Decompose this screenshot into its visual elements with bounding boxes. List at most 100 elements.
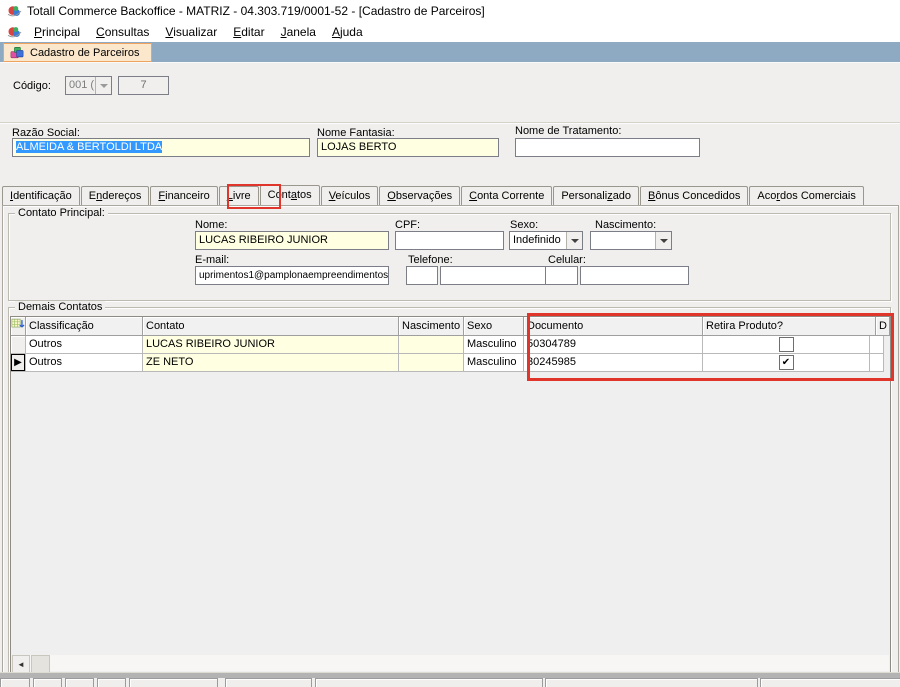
table-row: OutrosLUCAS RIBEIRO JUNIOR Masculino50304… (11, 336, 890, 354)
tab-veiculos[interactable]: Veículos (321, 186, 379, 205)
cell-retira[interactable] (703, 336, 870, 354)
tab-livre[interactable]: Livre (219, 186, 259, 205)
tab-acordos-comerciais[interactable]: Acordos Comerciais (749, 186, 863, 205)
app-icon-small (7, 25, 22, 40)
app-window: Totall Commerce Backoffice - MATRIZ - 04… (0, 0, 900, 687)
tab-bonus-concedidos[interactable]: Bônus Concedidos (640, 186, 748, 205)
tab-observacoes[interactable]: Observações (379, 186, 460, 205)
scroll-left-icon[interactable]: ◄ (12, 655, 30, 673)
app-icon (7, 4, 22, 19)
codigo-combo[interactable]: 001 (M (65, 76, 112, 95)
codigo-label: Código: (13, 80, 51, 92)
window-title: Totall Commerce Backoffice - MATRIZ - 04… (27, 4, 485, 18)
column-header-d[interactable]: D (876, 317, 890, 336)
telefone-ddd-field[interactable] (406, 266, 438, 285)
scrollbar-thumb[interactable] (31, 655, 50, 673)
cell-classificacao[interactable]: Outros (26, 354, 143, 372)
menu-principal[interactable]: Principal (26, 22, 88, 42)
menu-ajuda[interactable]: Ajuda (324, 22, 371, 42)
celular-ddd-field[interactable] (545, 266, 578, 285)
cell-nascimento[interactable] (399, 354, 464, 372)
menu-janela[interactable]: Janela (273, 22, 324, 42)
tab-identificacao[interactable]: Identificação (2, 186, 80, 205)
menu-bar: PrincipalConsultasVisualizarEditarJanela… (0, 22, 900, 42)
status-bar-cell-1 (0, 678, 30, 687)
status-bar-cell-9 (760, 678, 900, 687)
grid-customize-icon (11, 317, 25, 331)
status-bar-cell-7 (315, 678, 543, 687)
contacts-grid: ClassificaçãoContatoNascimentoSexoDocume… (10, 316, 891, 673)
nome-fantasia-field[interactable]: LOJAS BERTO (317, 138, 499, 157)
table-row: ▶OutrosZE NETO Masculino30245985 ✔ (11, 354, 890, 372)
codigo-number-field[interactable]: 7 (118, 76, 169, 95)
menu-consultas[interactable]: Consultas (88, 22, 157, 42)
column-header-sexo[interactable]: Sexo (464, 317, 524, 336)
row-indicator-cell[interactable] (11, 336, 26, 354)
demais-contatos-title: Demais Contatos (15, 301, 105, 313)
chevron-down-icon[interactable] (95, 77, 111, 94)
grid-header-row: ClassificaçãoContatoNascimentoSexoDocume… (11, 317, 890, 336)
razao-social-field[interactable]: ALMEIDA & BERTOLDI LTDA (12, 138, 310, 157)
column-header-nascimento[interactable]: Nascimento (399, 317, 464, 336)
chevron-down-icon[interactable] (655, 232, 671, 249)
nascimento-label: Nascimento: (595, 219, 656, 231)
chevron-down-icon[interactable] (566, 232, 582, 249)
cell-retira[interactable]: ✔ (703, 354, 870, 372)
cell-documento[interactable]: 30245985 (524, 354, 703, 372)
cell-sexo[interactable]: Masculino (464, 336, 524, 354)
cpf-field[interactable] (395, 231, 504, 250)
cell-contato[interactable]: ZE NETO (143, 354, 399, 372)
tab-financeiro[interactable]: Financeiro (150, 186, 217, 205)
codigo-combo-value: 001 (M (66, 77, 95, 94)
tab-contatos[interactable]: Contatos (260, 185, 320, 205)
cell-d[interactable] (870, 336, 884, 354)
nome-tratamento-label: Nome de Tratamento: (515, 125, 621, 137)
status-bar-cell-5 (129, 678, 218, 687)
nascimento-combo-value (591, 232, 655, 249)
email-field[interactable]: uprimentos1@pamplonaempreendimentos.com.… (195, 266, 389, 285)
divider (0, 122, 900, 124)
cpf-label: CPF: (395, 219, 420, 231)
status-bar-cell-4 (97, 678, 126, 687)
nome-tratamento-field[interactable] (515, 138, 700, 157)
cell-d[interactable] (870, 354, 884, 372)
tab-conta-corrente[interactable]: Conta Corrente (461, 186, 552, 205)
sexo-label: Sexo: (510, 219, 538, 231)
column-header-classificacao[interactable]: Classificação (26, 317, 143, 336)
tab-enderecos[interactable]: Endereços (81, 186, 150, 205)
status-bar-cell-6 (225, 678, 312, 687)
retira-produto-checkbox-checked[interactable]: ✔ (779, 355, 794, 370)
cell-contato[interactable]: LUCAS RIBEIRO JUNIOR (143, 336, 399, 354)
celular-numero-field[interactable] (580, 266, 689, 285)
status-bar-cell-2 (33, 678, 62, 687)
cell-documento[interactable]: 50304789 (524, 336, 703, 354)
document-tab-strip: Cadastro de Parceiros (0, 42, 900, 63)
cell-sexo[interactable]: Masculino (464, 354, 524, 372)
menu-visualizar[interactable]: Visualizar (157, 22, 225, 42)
cell-nascimento[interactable] (399, 336, 464, 354)
column-header-retira-produto[interactable]: Retira Produto? (703, 317, 876, 336)
telefone-label: Telefone: (408, 254, 453, 266)
nome-field[interactable]: LUCAS RIBEIRO JUNIOR (195, 231, 389, 250)
column-header-contato[interactable]: Contato (143, 317, 399, 336)
nascimento-combo[interactable] (590, 231, 672, 250)
contato-principal-title: Contato Principal: (15, 207, 108, 219)
email-label: E-mail: (195, 254, 229, 266)
status-bar-cell-3 (65, 678, 94, 687)
grid-customize-header-cell[interactable] (11, 317, 26, 336)
column-header-documento[interactable]: Documento (524, 317, 703, 336)
doc-tab-label: Cadastro de Parceiros (30, 47, 139, 59)
grid-horizontal-scrollbar[interactable]: ◄ (12, 655, 889, 671)
doc-tab-cadastro-de-parceiros[interactable]: Cadastro de Parceiros (3, 43, 152, 62)
sexo-combo[interactable]: Indefinido (509, 231, 583, 250)
nome-label: Nome: (195, 219, 227, 231)
partner-registry-icon (10, 46, 24, 60)
tab-personalizado[interactable]: Personalizado (553, 186, 639, 205)
retira-produto-checkbox-unchecked[interactable] (779, 337, 794, 352)
celular-label: Celular: (548, 254, 586, 266)
sexo-combo-value: Indefinido (510, 232, 566, 249)
menu-editar[interactable]: Editar (225, 22, 272, 42)
razao-social-value: ALMEIDA & BERTOLDI LTDA (16, 141, 162, 153)
cell-classificacao[interactable]: Outros (26, 336, 143, 354)
row-indicator-cell[interactable]: ▶ (11, 354, 26, 372)
